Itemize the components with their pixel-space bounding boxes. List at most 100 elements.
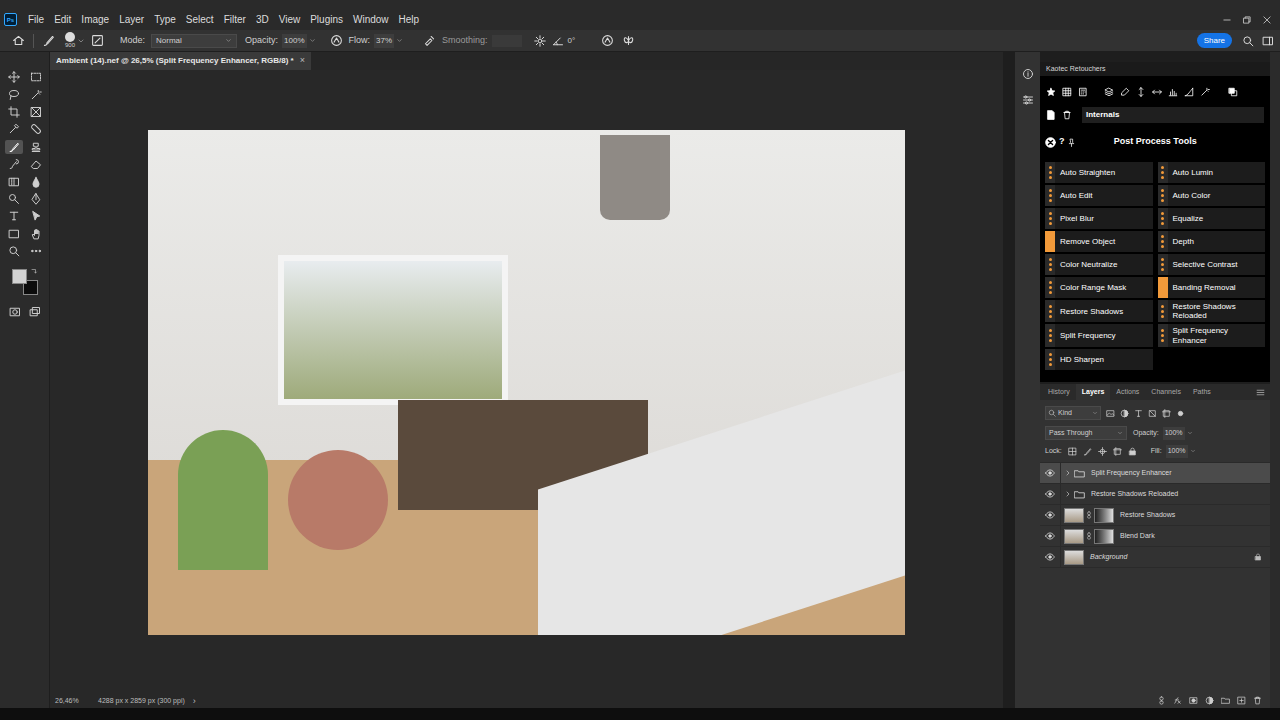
horizontal-icon[interactable] [1152, 87, 1162, 97]
document-tab[interactable]: Ambient (14).nef @ 26,5% (Split Frequenc… [50, 52, 311, 70]
menu-item[interactable]: Image [76, 13, 114, 27]
tool-action-button[interactable]: Split Frequency Enhancer [1158, 324, 1266, 346]
visibility-icon[interactable] [1045, 510, 1055, 520]
tool-button[interactable] [5, 140, 23, 154]
drag-handle-icon[interactable] [1045, 254, 1055, 275]
menu-item[interactable]: Edit [49, 13, 76, 27]
scrollbar[interactable] [1270, 52, 1280, 708]
calculator-icon[interactable] [1078, 87, 1088, 97]
filter-toggle-icon[interactable] [1176, 409, 1185, 418]
mode-select[interactable]: Normal [151, 34, 237, 48]
magic-icon[interactable] [1200, 87, 1210, 97]
properties-icon[interactable] [1022, 94, 1034, 106]
menu-item[interactable]: File [23, 13, 49, 27]
quick-mask-icon[interactable] [9, 306, 21, 318]
tool-button[interactable] [5, 87, 23, 101]
hand-icon[interactable] [30, 228, 42, 240]
tool-button[interactable] [27, 122, 45, 136]
mode-dropdown-icon[interactable] [225, 37, 232, 44]
minimize-icon[interactable] [1222, 15, 1232, 25]
curves-icon[interactable] [1184, 87, 1194, 97]
drag-handle-icon[interactable] [1045, 162, 1055, 183]
layer-row[interactable]: Background [1040, 547, 1270, 568]
drag-handle-icon[interactable] [1158, 300, 1168, 322]
drag-handle-icon[interactable] [1158, 231, 1168, 252]
lock-all-icon[interactable] [1128, 447, 1137, 456]
tool-action-button[interactable]: Pixel Blur [1045, 208, 1153, 229]
history-brush-icon[interactable] [8, 158, 20, 170]
drag-handle-icon[interactable] [1158, 162, 1168, 183]
expand-icon[interactable] [1064, 469, 1072, 477]
restore-icon[interactable] [1242, 15, 1252, 25]
edit-icon[interactable] [1120, 87, 1130, 97]
panel-menu-icon[interactable] [1256, 388, 1265, 397]
tool-button[interactable] [27, 209, 45, 223]
path-selection-icon[interactable] [30, 210, 42, 222]
airbrush-icon[interactable] [423, 34, 436, 47]
drag-handle-icon[interactable] [1158, 324, 1168, 346]
preset-dropdown-icon[interactable] [77, 37, 85, 45]
tool-action-button[interactable]: Auto Straighten [1045, 162, 1153, 183]
layer-opacity-field[interactable]: 100% [1163, 427, 1185, 440]
frame-icon[interactable] [30, 106, 42, 118]
tool-button[interactable] [27, 140, 45, 154]
menu-item[interactable]: View [274, 13, 306, 27]
layer-opacity-dropdown-icon[interactable] [1187, 430, 1193, 436]
tool-button[interactable] [5, 244, 23, 258]
drag-handle-icon[interactable] [1158, 254, 1168, 275]
workspace-icon[interactable] [1262, 35, 1274, 47]
layer-row[interactable]: Restore Shadows [1040, 505, 1270, 526]
tool-button[interactable] [5, 192, 23, 206]
close-tab[interactable]: × [300, 54, 305, 68]
zoom-level[interactable]: 26,46% [55, 696, 98, 707]
expand-icon[interactable] [1064, 490, 1072, 498]
menu-item[interactable]: Window [348, 13, 394, 27]
opacity-dropdown-icon[interactable] [309, 37, 316, 44]
lock-artboard-icon[interactable] [1113, 447, 1122, 456]
pressure-size-icon[interactable] [601, 34, 614, 47]
tool-button[interactable] [27, 157, 45, 171]
tool-button[interactable] [5, 157, 23, 171]
panel-tab[interactable]: Layers [1076, 384, 1111, 400]
tool-button[interactable] [27, 87, 45, 101]
type-filter-icon[interactable] [1134, 409, 1143, 418]
lock-transparency-icon[interactable] [1068, 447, 1077, 456]
zoom-icon[interactable] [8, 245, 20, 257]
visibility-icon[interactable] [1045, 552, 1055, 562]
tool-action-button[interactable]: HD Sharpen [1045, 349, 1153, 370]
fill-dropdown-icon[interactable] [1190, 448, 1196, 454]
tool-button[interactable] [5, 209, 23, 223]
delete-preset-icon[interactable] [1062, 110, 1072, 120]
share-button[interactable]: Share [1197, 33, 1232, 48]
drag-handle-icon[interactable] [1158, 185, 1168, 206]
status-menu[interactable]: › [193, 695, 196, 709]
symmetry-icon[interactable] [622, 34, 635, 47]
gradient-icon[interactable] [8, 176, 20, 188]
tool-action-button[interactable]: Color Neutralize [1045, 254, 1153, 275]
drag-handle-icon[interactable] [1045, 208, 1055, 229]
drag-handle-icon[interactable] [1045, 349, 1055, 370]
add-mask-icon[interactable] [1189, 696, 1198, 705]
pixel-filter-icon[interactable] [1106, 409, 1115, 418]
lock-icon[interactable] [1254, 553, 1262, 561]
flow-field[interactable]: 37% [374, 34, 394, 48]
search-icon[interactable] [1242, 35, 1254, 47]
clone-stamp-icon[interactable] [30, 141, 42, 153]
link-icon[interactable] [1085, 532, 1093, 540]
lock-position-icon[interactable] [1098, 447, 1107, 456]
new-group-icon[interactable] [1221, 696, 1230, 705]
drag-handle-icon[interactable] [1045, 277, 1055, 298]
tool-button[interactable] [5, 174, 23, 188]
tool-button[interactable] [27, 70, 45, 84]
delete-layer-icon[interactable] [1253, 696, 1262, 705]
vertical-icon[interactable] [1136, 87, 1146, 97]
canvas[interactable] [50, 70, 1003, 695]
filter-select[interactable]: Kind [1045, 406, 1101, 420]
link-icon[interactable] [1085, 511, 1093, 519]
panel-tab[interactable]: Paths [1187, 384, 1217, 400]
menu-item[interactable]: Plugins [305, 13, 348, 27]
eyedropper-icon[interactable] [8, 123, 20, 135]
layer-row[interactable]: Restore Shadows Reloaded [1040, 484, 1270, 505]
tool-button[interactable] [27, 244, 45, 258]
angle-value[interactable]: 0° [568, 35, 576, 47]
